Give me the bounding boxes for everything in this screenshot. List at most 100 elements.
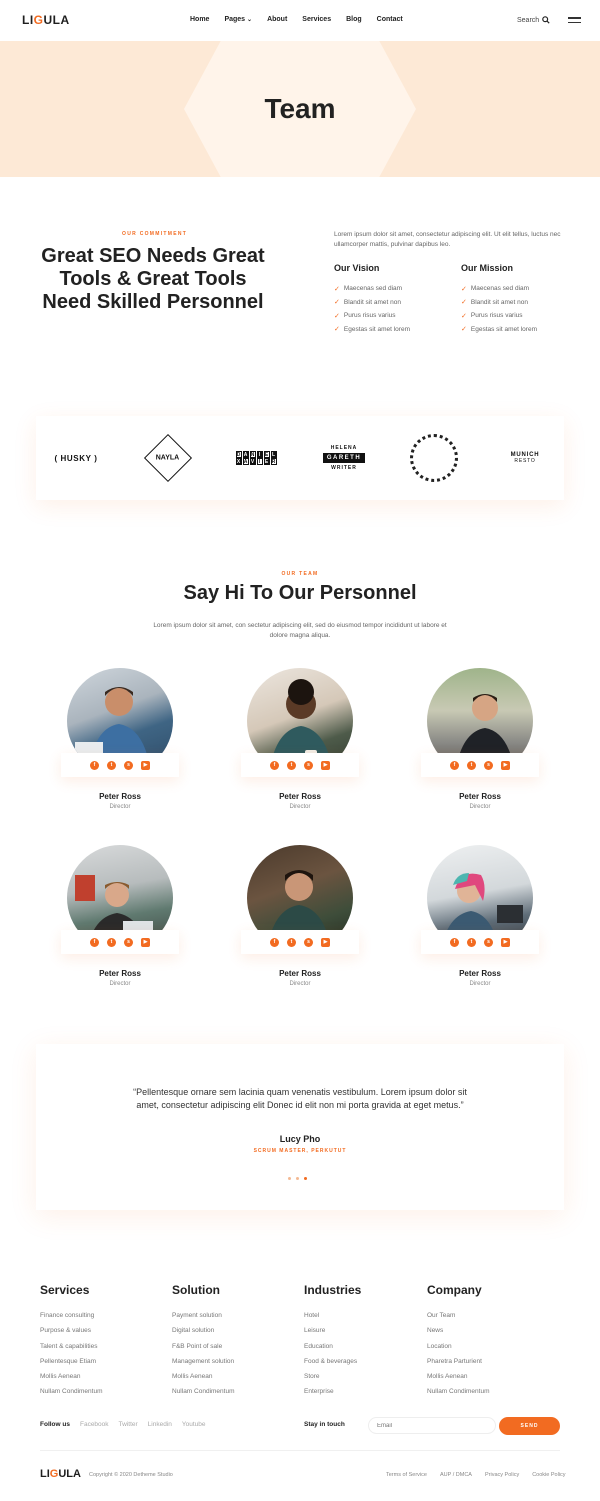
footer-link[interactable]: Purpose & values: [40, 1327, 103, 1342]
skype-icon[interactable]: s: [124, 760, 133, 770]
skype-icon[interactable]: s: [484, 937, 493, 947]
footer-link[interactable]: Talent & capabilities: [40, 1343, 103, 1358]
social-links: f t s ▶: [421, 753, 539, 777]
skype-icon[interactable]: s: [484, 760, 493, 770]
nav-contact[interactable]: Contact: [377, 16, 403, 23]
list-item: ✓ Blandit sit amet non: [334, 296, 454, 310]
facebook-icon[interactable]: f: [270, 760, 279, 770]
aup-dmca-link[interactable]: AUP / DMCA: [440, 1472, 472, 1478]
helena-mid-text: GARETH: [322, 453, 366, 463]
terms-link[interactable]: Terms of Service: [386, 1472, 427, 1478]
list-item: ✓ Egestas sit amet lorem: [461, 323, 581, 337]
nav-pages[interactable]: Pages ⌄: [224, 16, 252, 23]
footer-link[interactable]: Hotel: [304, 1312, 361, 1327]
footer-link[interactable]: Mollis Aenean: [40, 1373, 103, 1388]
youtube-icon[interactable]: ▶: [501, 760, 510, 770]
social-link-linkedin[interactable]: Linkedin: [148, 1421, 172, 1428]
letter-tile: A: [242, 451, 249, 458]
footer-column-title: Solution: [172, 1283, 220, 1297]
footer-link[interactable]: Enterprise: [304, 1388, 361, 1403]
footer-link[interactable]: Mollis Aenean: [427, 1373, 490, 1388]
carousel-dot-active[interactable]: [304, 1177, 307, 1180]
carousel-dot[interactable]: [296, 1177, 299, 1180]
social-link-youtube[interactable]: Youtube: [182, 1421, 206, 1428]
check-icon: ✓: [334, 326, 340, 334]
footer-link[interactable]: Pellentesque Etiam: [40, 1358, 103, 1373]
member-name: Peter Ross: [279, 969, 321, 978]
footer-link[interactable]: Nullam Condimentum: [172, 1388, 235, 1403]
cookie-policy-link[interactable]: Cookie Policy: [532, 1472, 565, 1478]
nav-home[interactable]: Home: [190, 16, 209, 23]
youtube-icon[interactable]: ▶: [141, 937, 150, 947]
team-title: Say Hi To Our Personnel: [183, 582, 417, 604]
skype-icon[interactable]: s: [124, 937, 133, 947]
hamburger-menu-icon[interactable]: [568, 17, 581, 26]
twitter-icon[interactable]: t: [467, 760, 476, 770]
footer-link[interactable]: Payment solution: [172, 1312, 235, 1327]
twitter-icon[interactable]: t: [107, 937, 116, 947]
logo[interactable]: LIGULA: [22, 13, 70, 27]
skype-icon[interactable]: s: [304, 937, 313, 947]
twitter-icon[interactable]: t: [287, 937, 296, 947]
check-icon: ✓: [461, 299, 467, 307]
facebook-icon[interactable]: f: [450, 760, 459, 770]
facebook-icon[interactable]: f: [90, 760, 99, 770]
team-member-card: f t s ▶ Peter Ross Director: [241, 845, 359, 995]
team-member-card: f t s ▶ Peter Ross Director: [61, 668, 179, 818]
footer-link[interactable]: Store: [304, 1373, 361, 1388]
facebook-icon[interactable]: f: [90, 937, 99, 947]
email-field[interactable]: [368, 1417, 496, 1434]
twitter-icon[interactable]: t: [107, 760, 116, 770]
footer-link[interactable]: Finance consulting: [40, 1312, 103, 1327]
twitter-icon[interactable]: t: [287, 760, 296, 770]
social-links: f t s ▶: [241, 930, 359, 954]
skype-icon[interactable]: s: [304, 760, 313, 770]
chevron-down-icon: ⌄: [247, 17, 253, 23]
letter-tile: I: [256, 451, 263, 458]
youtube-icon[interactable]: ▶: [321, 760, 330, 770]
facebook-icon[interactable]: f: [450, 937, 459, 947]
social-links: f t s ▶: [61, 930, 179, 954]
youtube-icon[interactable]: ▶: [141, 760, 150, 770]
letter-tile: I: [256, 458, 263, 465]
footer-link[interactable]: Management solution: [172, 1358, 235, 1373]
footer-logo[interactable]: LIGULA: [40, 1468, 81, 1480]
social-link-facebook[interactable]: Facebook: [80, 1421, 109, 1428]
footer-link[interactable]: Mollis Aenean: [172, 1373, 235, 1388]
mission-title: Our Mission: [461, 263, 514, 273]
youtube-icon[interactable]: ▶: [501, 937, 510, 947]
footer-link[interactable]: Digital solution: [172, 1327, 235, 1342]
mission-column: Our Mission ✓ Maecenas sed diam ✓ Blandit …: [461, 263, 581, 336]
social-link-twitter[interactable]: Twitter: [119, 1421, 138, 1428]
footer-link[interactable]: Pharetra Parturient: [427, 1358, 490, 1373]
team-member-card: f t s ▶ Peter Ross Director: [421, 845, 539, 995]
facebook-icon[interactable]: f: [270, 937, 279, 947]
footer-link[interactable]: F&B Point of sale: [172, 1343, 235, 1358]
footer-link[interactable]: Nullam Condimentum: [427, 1388, 490, 1403]
letter-tile: E: [263, 458, 270, 465]
nav-blog[interactable]: Blog: [346, 16, 362, 23]
member-role: Director: [109, 804, 131, 810]
footer-link[interactable]: Education: [304, 1343, 361, 1358]
privacy-policy-link[interactable]: Privacy Policy: [485, 1472, 519, 1478]
logo-accent-letter: G: [33, 13, 44, 27]
footer-link[interactable]: Nullam Condimentum: [40, 1388, 103, 1403]
commitment-intro: Lorem ipsum dolor sit amet, consectetur …: [334, 231, 561, 248]
footer-link[interactable]: Leisure: [304, 1327, 361, 1342]
letter-tile: D: [235, 451, 242, 458]
page-hero: Team: [0, 41, 600, 177]
footer-link[interactable]: News: [427, 1327, 490, 1342]
site-header: LIGULA Home Pages ⌄ About Services Blog …: [0, 0, 600, 41]
send-button[interactable]: SEND: [499, 1417, 560, 1435]
footer-link[interactable]: Food & beverages: [304, 1358, 361, 1373]
follow-us-label: Follow us: [40, 1421, 70, 1428]
nav-services[interactable]: Services: [302, 16, 331, 23]
carousel-dot[interactable]: [288, 1177, 291, 1180]
twitter-icon[interactable]: t: [467, 937, 476, 947]
nav-about[interactable]: About: [267, 16, 287, 23]
member-role: Director: [469, 981, 491, 987]
search-button[interactable]: Search: [517, 16, 550, 24]
youtube-icon[interactable]: ▶: [321, 937, 330, 947]
footer-link[interactable]: Location: [427, 1343, 490, 1358]
footer-link[interactable]: Our Team: [427, 1312, 490, 1327]
